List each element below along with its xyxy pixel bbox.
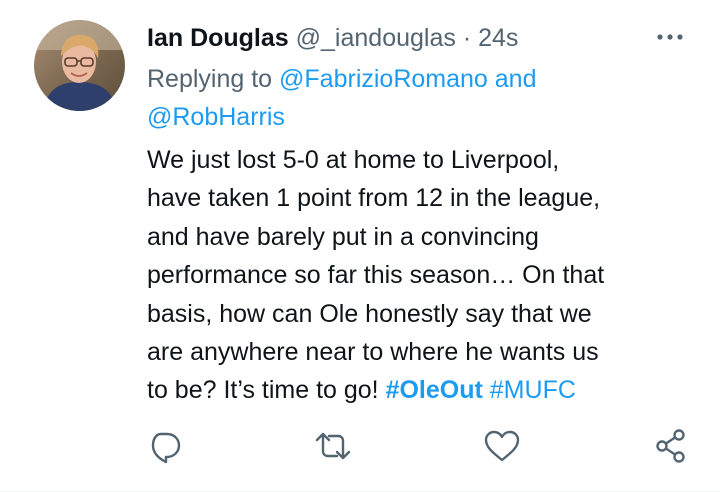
tweet-text-line: and have barely put in a convincing (147, 222, 539, 251)
tweet-text-line: basis, how can Ole honestly say that we (147, 299, 592, 328)
share-icon[interactable] (651, 426, 691, 466)
tweet[interactable]: Ian Douglas @_iandouglas · 24s Replying … (0, 0, 720, 492)
timestamp[interactable]: 24s (478, 24, 518, 52)
mention-robharris[interactable]: @RobHarris (147, 103, 285, 131)
heart-icon[interactable] (482, 426, 522, 466)
tweet-text-segment: to be? It’s time to go! (147, 376, 379, 405)
retweet-icon[interactable] (313, 426, 353, 466)
tweet-actions (0, 426, 720, 466)
tweet-text-last-line: to be? It’s time to go! #OleOut #MUFC (147, 371, 692, 409)
tweet-text-line: are anywhere near to where he wants us (147, 338, 599, 367)
replying-to: Replying to @FabrizioRomano and @RobHarr… (147, 60, 667, 136)
tweet-header: Ian Douglas @_iandouglas · 24s (147, 20, 518, 56)
hashtag-oleout[interactable]: #OleOut (386, 376, 483, 404)
avatar[interactable] (34, 20, 125, 111)
more-options-icon[interactable] (655, 22, 685, 52)
tweet-text: We just lost 5-0 at home to Liverpool, h… (147, 141, 692, 410)
separator-dot: · (462, 24, 472, 52)
tweet-text-line: We just lost 5-0 at home to Liverpool, (147, 146, 560, 174)
replying-to-connector[interactable]: and (495, 65, 537, 93)
replying-to-label: Replying to (147, 65, 273, 93)
tweet-text-line: performance so far this season… On that (147, 261, 605, 290)
hashtag-mufc[interactable]: #MUFC (490, 376, 576, 404)
user-handle[interactable]: @_iandouglas (296, 24, 456, 52)
tweet-text-line: have taken 1 point from 12 in the league… (147, 184, 601, 213)
reply-icon[interactable] (144, 426, 184, 466)
display-name[interactable]: Ian Douglas (147, 24, 289, 52)
mention-fabrizioromano[interactable]: @FabrizioRomano (279, 65, 488, 93)
